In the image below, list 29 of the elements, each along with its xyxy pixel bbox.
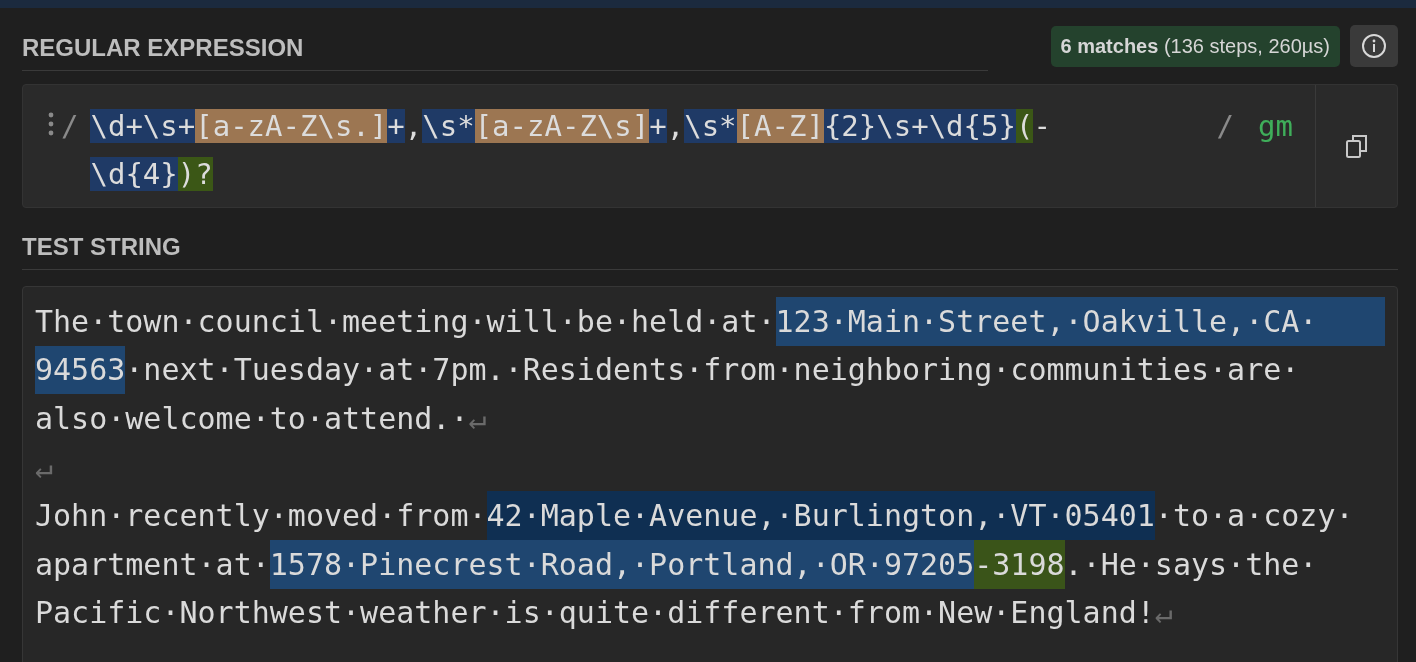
regex-flags[interactable]: gm <box>1258 102 1293 150</box>
test-text: apartment·at· <box>35 545 270 584</box>
newline-mark: ↵ <box>1154 594 1173 633</box>
copy-icon <box>1344 133 1369 159</box>
test-text: ·next·Tuesday·at·7pm.·Residents·from·neighboring·communities·are· <box>125 351 1300 390</box>
test-text: Pacific·Northwest·weather·is·quite·different·from·New·England! <box>35 594 1155 633</box>
regex-delimiter: / <box>1216 108 1235 145</box>
match-highlight: 123·Main·Street,·Oakville,·CA· <box>775 297 1385 346</box>
info-icon <box>1361 33 1387 59</box>
match-highlight: 94563 <box>35 345 126 395</box>
regex-delimiter: / <box>61 108 79 145</box>
newline-mark: ↵ <box>35 448 54 487</box>
section-heading: REGULAR EXPRESSION <box>22 33 304 61</box>
newline-mark: ↵ <box>468 400 487 438</box>
test-text: The·town·council·meeting·will·be·held·at· <box>35 302 776 341</box>
regex-input-field[interactable]: / \d+\s+[a-zA-Z\s.]+,\s*[a-zA-Z\s]+,\s*[A-Z]{2}\s+\d{5}(- \d{4})? / gm <box>22 84 1398 208</box>
match-highlight: 42·Maple·Avenue,·Burlington,·VT·05401 <box>486 491 1155 540</box>
test-text: ·to·a·cozy· <box>1154 497 1354 536</box>
info-button[interactable] <box>1350 25 1398 67</box>
test-text: John·recently·moved·from· <box>35 497 487 536</box>
regex-expression: \d+\s+[a-zA-Z\s.]+,\s*[a-zA-Z\s]+,\s*[A-Z]{2}\s+\d{5}(- \d{4})? <box>90 108 1052 193</box>
test-text: .·He·says·the· <box>1064 545 1318 584</box>
test-text: also·welcome·to·attend.· <box>35 400 469 438</box>
match-highlight: 1578·Pinecrest·Road,·Portland,·OR·97205 <box>269 539 975 589</box>
match-info-badge: 6 matches (136 steps, 260µs) <box>1050 25 1340 67</box>
drag-handle-icon <box>47 111 55 137</box>
test-string-field[interactable] <box>22 286 1398 662</box>
group-highlight: -3198 <box>974 539 1065 589</box>
section-heading: TEST STRING <box>22 233 181 260</box>
